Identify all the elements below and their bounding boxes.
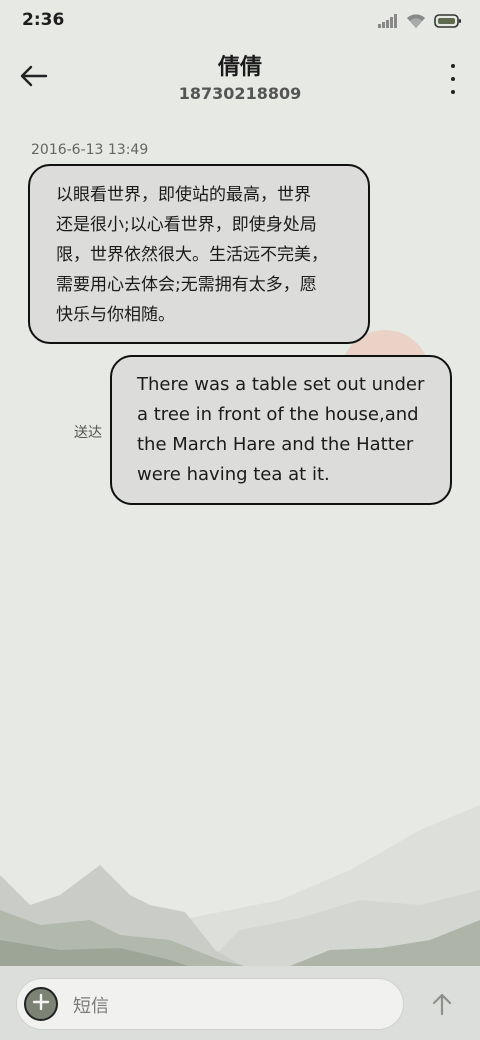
delivery-status: 送达	[74, 425, 102, 441]
more-vertical-icon-dot	[451, 77, 455, 81]
incoming-message-bubble[interactable]: 以眼看世界，即使站的最高，世界 还是很小;以心看世界，即使身处局 限，世界依然很…	[28, 164, 370, 344]
status-time: 2:36	[22, 10, 65, 30]
contact-name: 倩倩	[217, 55, 262, 80]
more-vertical-icon-dot	[451, 90, 455, 94]
arrow-left-icon	[20, 65, 48, 91]
battery-icon	[434, 14, 462, 28]
composer-bar: 短信	[0, 966, 480, 1040]
message-input[interactable]: 短信	[16, 978, 404, 1030]
signal-icon	[378, 14, 398, 28]
outgoing-message-bubble[interactable]: There was a table set out under a tree i…	[110, 355, 452, 505]
status-bar: 2:36	[0, 0, 480, 44]
send-button[interactable]	[424, 988, 460, 1024]
message-timestamp: 2016-6-13 13:49	[31, 142, 149, 158]
messaging-screen: 2:36 倩倩 18730218809 2016-6-13 13:49 以眼看世…	[0, 0, 480, 1040]
arrow-up-icon	[431, 992, 453, 1020]
contact-number: 18730218809	[178, 84, 302, 103]
wifi-icon	[406, 13, 426, 29]
more-vertical-icon-dot	[451, 64, 455, 68]
back-button[interactable]	[14, 62, 54, 94]
outgoing-message-text: There was a table set out under a tree i…	[137, 374, 425, 485]
plus-icon	[32, 993, 50, 1015]
add-attachment-button[interactable]	[24, 987, 58, 1021]
status-icons	[378, 10, 462, 32]
background-mountains	[0, 805, 480, 970]
conversation-header: 倩倩 18730218809	[0, 44, 480, 116]
more-options-button[interactable]	[446, 64, 460, 94]
message-input-placeholder: 短信	[73, 996, 109, 1017]
incoming-message-text: 以眼看世界，即使站的最高，世界 还是很小;以心看世界，即使身处局 限，世界依然很…	[56, 185, 328, 325]
contact-title[interactable]: 倩倩 18730218809	[90, 54, 390, 104]
